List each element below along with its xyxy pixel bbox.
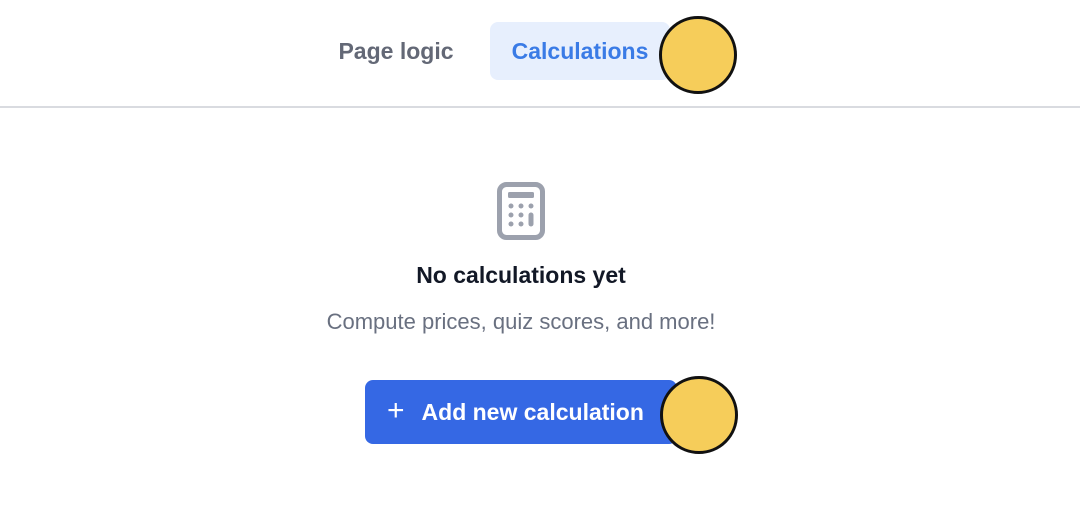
add-new-calculation-button[interactable]: + Add new calculation [365,380,677,444]
calculator-icon [497,182,545,240]
add-new-calculation-label: Add new calculation [421,398,644,425]
empty-state-title: No calculations yet [416,262,626,288]
plus-icon: + [387,394,405,427]
tab-bar: Page logic Calculations [0,0,1080,108]
empty-state-subtitle: Compute prices, quiz scores, and more! [326,309,716,334]
tab-page-logic[interactable]: Page logic [320,22,472,80]
tab-calculations[interactable]: Calculations [490,22,670,80]
click-marker-add-button [660,376,738,454]
click-marker-calculations-tab [659,16,737,94]
